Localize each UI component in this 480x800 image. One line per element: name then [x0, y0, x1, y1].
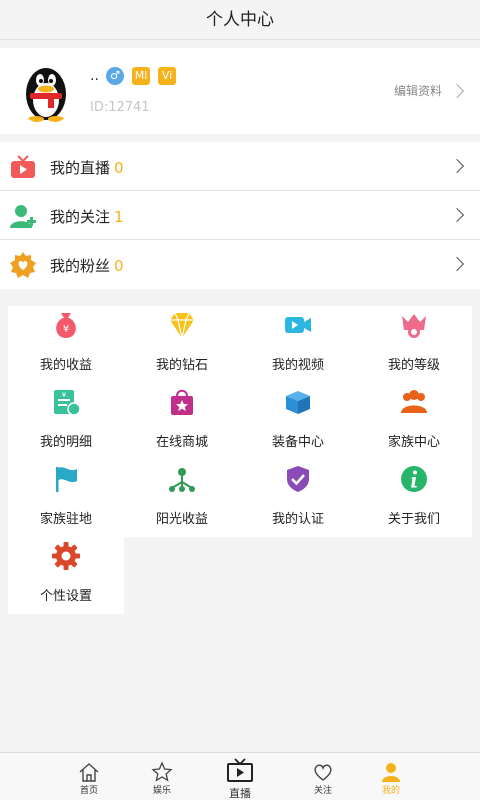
chevron-right-icon — [449, 83, 465, 99]
gender-male-icon: ♂ — [106, 67, 124, 85]
grid-item-income[interactable]: ¥ 我的收益 — [8, 306, 124, 383]
crown-icon — [402, 314, 426, 338]
grid-item-equipment[interactable]: 装备中心 — [240, 383, 356, 460]
penguin-avatar-icon — [26, 68, 66, 122]
grid-label: 个性设置 — [39, 589, 92, 604]
grid-label: 我的收益 — [39, 358, 92, 373]
row-count: 0 — [114, 159, 124, 177]
level-badge-icon: Ml — [132, 67, 150, 85]
grid-item-level[interactable]: 我的等级 — [356, 306, 472, 383]
grid-label: 关于我们 — [387, 512, 440, 527]
grid-label: 我的等级 — [387, 358, 440, 373]
grid-label: 我的钻石 — [155, 358, 208, 373]
tab-mine[interactable]: 我的 — [343, 753, 439, 800]
chevron-right-icon — [449, 158, 465, 174]
chevron-right-icon — [449, 256, 465, 272]
grid-item-certification[interactable]: 我的认证 — [240, 460, 356, 537]
row-label: 我的粉丝 — [50, 257, 111, 275]
row-count: 1 — [114, 208, 124, 226]
tab-label: 我的 — [381, 786, 400, 796]
row-my-live[interactable]: 我的直播 0 — [0, 142, 480, 191]
page-title: 个人中心 — [0, 0, 480, 40]
money-bag-icon: ¥ — [56, 313, 76, 338]
tab-live[interactable]: 直播 — [192, 753, 288, 800]
network-icon — [169, 468, 195, 492]
grid-item-mall[interactable]: 在线商城 — [124, 383, 240, 460]
grid-item-sunshine-income[interactable]: 阳光收益 — [124, 460, 240, 537]
gear-icon — [52, 542, 80, 570]
heart-icon — [314, 764, 332, 781]
user-id: ID:12741 — [90, 100, 150, 115]
svg-text:¥: ¥ — [63, 324, 69, 335]
row-my-follow[interactable]: 我的关注 1 — [0, 191, 480, 240]
tv-icon — [11, 155, 35, 178]
chevron-right-icon — [449, 207, 465, 223]
grid-label: 家族驻地 — [39, 512, 92, 527]
home-icon — [79, 763, 99, 782]
person-icon — [382, 763, 400, 782]
grid-item-details[interactable]: ¥ 我的明细 — [8, 383, 124, 460]
grid-label: 我的认证 — [271, 512, 324, 527]
tv-play-icon — [227, 758, 253, 782]
add-user-icon — [10, 205, 36, 228]
svg-text:¥: ¥ — [62, 391, 67, 399]
grid-label: 装备中心 — [271, 435, 324, 450]
shopping-bag-icon — [171, 389, 193, 415]
grid-item-family-base[interactable]: 家族驻地 — [8, 460, 124, 537]
star-icon — [151, 761, 173, 782]
avatar[interactable] — [12, 56, 80, 124]
edit-profile-link[interactable]: 编辑资料 — [394, 82, 442, 99]
flag-icon — [56, 467, 77, 492]
grid-label: 在线商城 — [155, 435, 208, 450]
user-name: .. — [90, 68, 99, 84]
row-label: 我的直播 — [50, 159, 111, 177]
row-count: 0 — [114, 257, 124, 275]
shield-check-icon — [287, 466, 309, 492]
tab-label: 直播 — [229, 787, 251, 800]
diamond-icon — [170, 312, 194, 339]
grid-item-about[interactable]: 关于我们 — [356, 460, 472, 537]
box-icon — [286, 391, 310, 414]
grid-item-family[interactable]: 家族中心 — [356, 383, 472, 460]
grid-item-video[interactable]: 我的视频 — [240, 306, 356, 383]
grid-label: 我的视频 — [271, 358, 324, 373]
profile-card[interactable]: .. ♂ Ml Vi ID:12741 编辑资料 — [0, 48, 480, 134]
video-camera-icon — [285, 317, 311, 333]
grid-label: 阳光收益 — [155, 512, 208, 527]
heart-badge-icon — [10, 252, 36, 278]
bottom-tab-bar: 首页 娱乐 直播 关注 我的 — [0, 752, 480, 800]
vip-badge-icon: Vi — [158, 67, 176, 85]
menu-list: 我的直播 0 我的关注 1 我的粉丝 0 — [0, 142, 480, 289]
grid-label: 我的明细 — [39, 435, 92, 450]
row-my-fans[interactable]: 我的粉丝 0 — [0, 240, 480, 289]
family-icon — [401, 390, 427, 413]
row-label: 我的关注 — [50, 208, 111, 226]
grid-item-diamond[interactable]: 我的钻石 — [124, 306, 240, 383]
info-icon — [401, 466, 427, 492]
receipt-icon: ¥ — [54, 390, 81, 416]
grid-item-settings[interactable]: 个性设置 — [8, 537, 124, 614]
grid-label: 家族中心 — [387, 435, 440, 450]
